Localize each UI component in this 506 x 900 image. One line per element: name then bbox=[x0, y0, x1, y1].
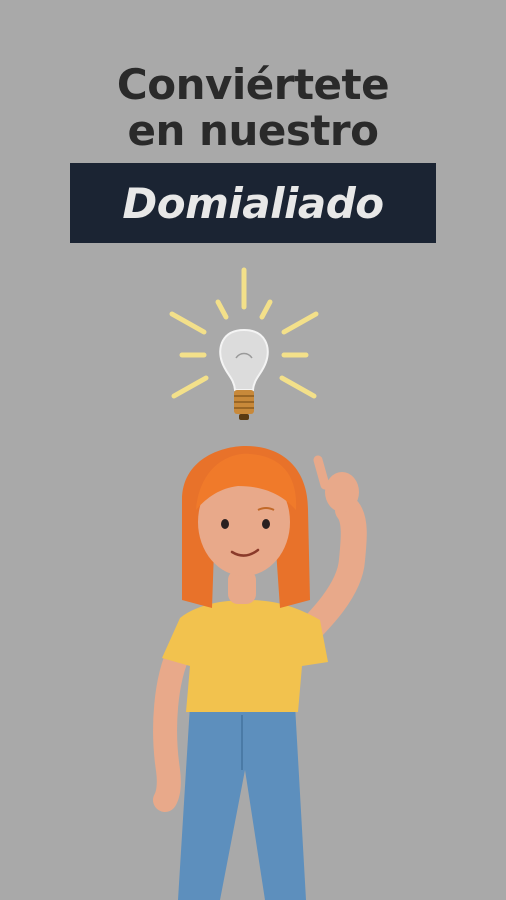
highlight-banner: Domialiado bbox=[70, 163, 436, 243]
headline-line-1: Conviértete bbox=[116, 60, 390, 109]
highlight-text: Domialiado bbox=[122, 178, 384, 228]
promo-screen: Conviértete en nuestro Domialiado bbox=[0, 0, 506, 900]
lightbulb-icon bbox=[169, 267, 319, 420]
woman-illustration bbox=[153, 446, 367, 900]
headline-line-2: en nuestro bbox=[127, 106, 379, 155]
